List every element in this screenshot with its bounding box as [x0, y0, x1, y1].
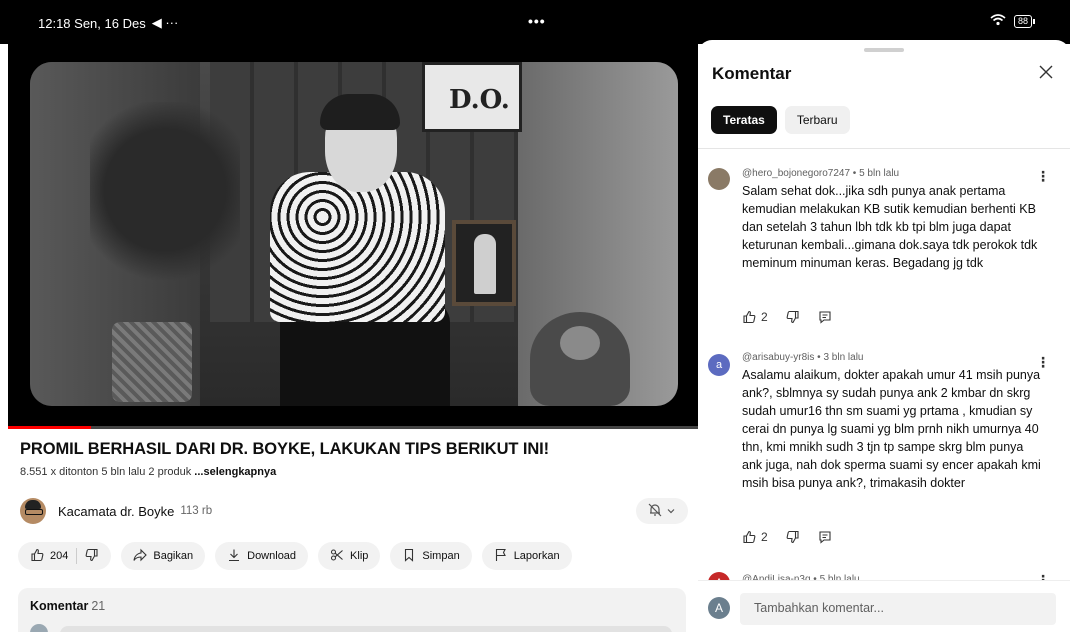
comment-like-count: 2 — [761, 310, 768, 324]
action-bar: 204 Bagikan Download Klip Simpan Laporka… — [18, 542, 572, 570]
comment-actions: 2 — [742, 310, 832, 324]
video-frame: D.O. — [30, 62, 678, 406]
video-meta-text: 8.551 x ditonton 5 bln lalu 2 produk — [20, 466, 195, 478]
bookmark-icon — [402, 548, 416, 565]
report-button[interactable]: Laporkan — [481, 542, 572, 570]
channel-avatar[interactable] — [20, 498, 46, 524]
reply-icon[interactable] — [818, 530, 832, 544]
like-dislike-group: 204 — [18, 542, 112, 570]
thumbs-up-icon[interactable] — [30, 548, 44, 565]
subscriber-count: 113 rb — [180, 505, 213, 517]
battery-icon: 88 — [1013, 15, 1036, 28]
scissors-icon — [330, 548, 344, 565]
avatar — [30, 624, 48, 632]
basket-image — [112, 322, 192, 402]
thumbs-down-icon[interactable] — [786, 310, 800, 324]
comment-actions: 2 — [742, 530, 832, 544]
poster-image: D.O. — [422, 62, 522, 132]
flag-icon — [494, 548, 508, 565]
comment-composer: A Tambahkan komentar... — [698, 580, 1070, 632]
thumbs-down-icon[interactable] — [85, 548, 99, 565]
video-progress-fill — [8, 426, 91, 429]
comment-text: Asalamu alaikum, dokter apakah umur 41 m… — [742, 368, 1041, 490]
tab-top[interactable]: Teratas — [711, 106, 777, 134]
avatar[interactable]: A — [708, 597, 730, 619]
clip-button[interactable]: Klip — [318, 542, 381, 570]
download-icon — [227, 548, 241, 565]
comment-author[interactable]: @hero_bojonegoro7247 • 5 bln lalu — [742, 168, 899, 179]
plant-image — [90, 102, 240, 322]
share-label: Bagikan — [153, 550, 194, 562]
reply-icon[interactable] — [818, 310, 832, 324]
status-right: 88 — [990, 14, 1036, 29]
chevron-down-icon — [666, 504, 676, 519]
comment-like-count: 2 — [761, 530, 768, 544]
status-notification-icons: ◀ ··· — [151, 15, 179, 30]
download-button[interactable]: Download — [215, 542, 309, 570]
like-count[interactable]: 204 — [50, 550, 68, 562]
download-label: Download — [247, 550, 297, 562]
close-icon[interactable] — [1038, 62, 1054, 84]
comment-preview — [60, 626, 672, 632]
save-label: Simpan — [422, 550, 460, 562]
person-image — [270, 172, 445, 322]
comments-card-label: Komentar 21 — [30, 599, 106, 613]
comments-panel-title: Komentar — [712, 64, 792, 83]
framed-photo — [452, 220, 516, 306]
monkey-toy-image — [530, 312, 630, 406]
notification-bell-button[interactable] — [636, 498, 688, 524]
show-more-link[interactable]: ...selengkapnya — [194, 466, 276, 478]
thumbs-down-icon[interactable] — [786, 530, 800, 544]
avatar[interactable] — [708, 168, 730, 190]
channel-name[interactable]: Kacamata dr. Boyke — [58, 504, 174, 519]
comment-like-button[interactable]: 2 — [742, 310, 768, 324]
status-bar: 12:18 Sen, 16 Des ◀ ··· ••• 88 — [0, 0, 1070, 44]
channel-row[interactable]: Kacamata dr. Boyke 113 rb — [20, 498, 212, 524]
tab-newest[interactable]: Terbaru — [784, 106, 850, 134]
report-label: Laporkan — [513, 550, 560, 562]
share-button[interactable]: Bagikan — [121, 542, 206, 570]
window-menu-dots[interactable]: ••• — [528, 13, 546, 29]
wifi-icon — [990, 14, 1006, 29]
comment-author[interactable]: @arisabuy-yr8is • 3 bln lalu — [742, 352, 863, 363]
drag-handle[interactable] — [864, 48, 904, 52]
comment-like-button[interactable]: 2 — [742, 530, 768, 544]
comment-text: Salam sehat dok...jika sdh punya anak pe… — [742, 184, 1038, 270]
status-time: 12:18 Sen, 16 Des ◀ ··· — [38, 15, 178, 31]
status-time-date: 12:18 Sen, 16 Des — [38, 15, 146, 31]
add-comment-input[interactable]: Tambahkan komentar... — [740, 593, 1056, 625]
video-progress-track[interactable] — [8, 426, 698, 429]
video-title: PROMIL BERHASIL DARI DR. BOYKE, LAKUKAN … — [20, 440, 550, 458]
video-player[interactable]: D.O. — [8, 44, 698, 429]
bell-off-icon — [648, 503, 662, 520]
save-button[interactable]: Simpan — [390, 542, 472, 570]
comments-card[interactable]: Komentar 21 — [18, 588, 686, 632]
comments-panel: Komentar Teratas Terbaru @hero_bojonegor… — [698, 40, 1070, 632]
clip-label: Klip — [350, 550, 369, 562]
comments-count: 21 — [91, 599, 106, 613]
thumbs-up-icon — [742, 310, 756, 324]
video-meta[interactable]: 8.551 x ditonton 5 bln lalu 2 produk ...… — [20, 466, 276, 478]
avatar[interactable]: a — [708, 354, 730, 376]
share-icon — [133, 548, 148, 565]
thumbs-up-icon — [742, 530, 756, 544]
comment-sort-tabs: Teratas Terbaru — [711, 106, 850, 134]
